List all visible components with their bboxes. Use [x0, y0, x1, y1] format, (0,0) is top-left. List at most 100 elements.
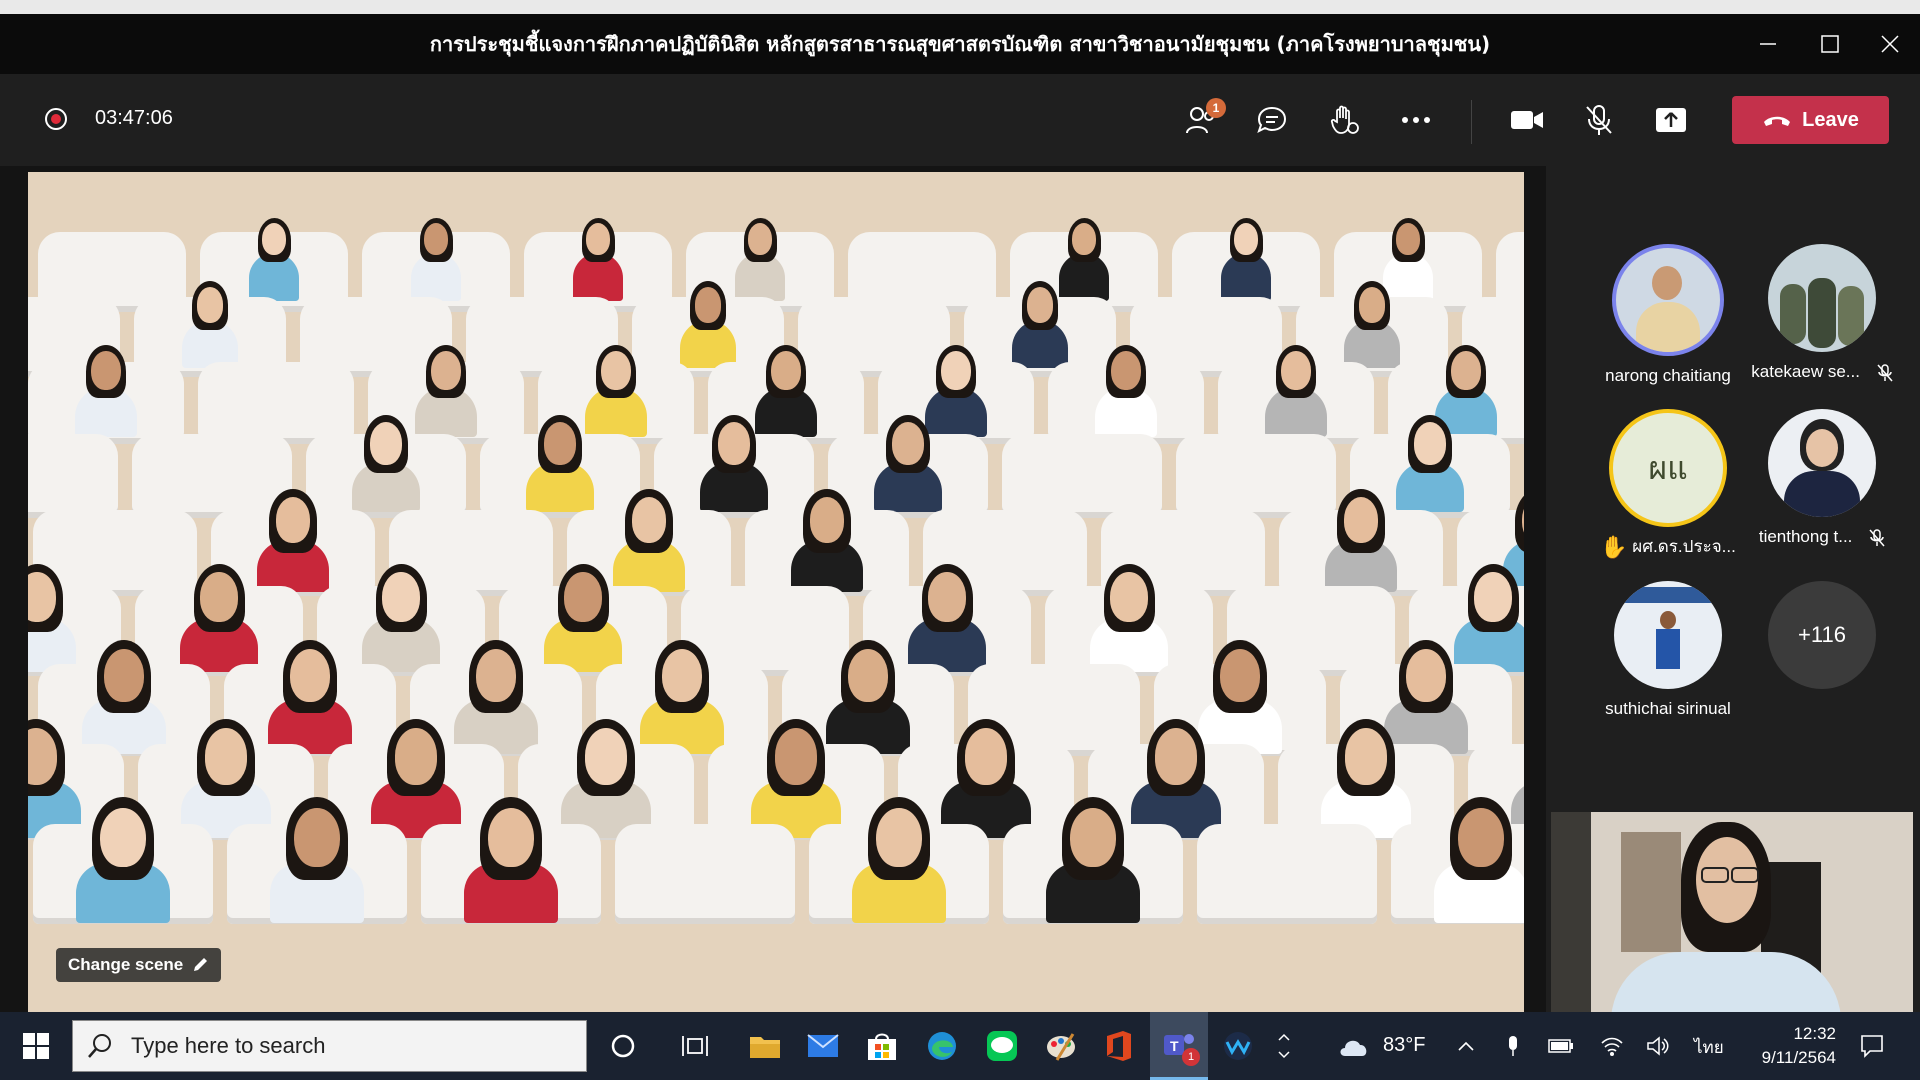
auditorium-seat [198, 362, 354, 444]
line-app-icon [987, 1031, 1017, 1061]
show-hidden-icons-button[interactable] [1452, 1012, 1480, 1080]
together-mode-auditorium: Change scene [28, 172, 1524, 1012]
office-button[interactable] [1099, 1012, 1139, 1080]
share-tray-icon [1656, 108, 1686, 132]
overflow-avatar: +116 [1768, 581, 1876, 689]
raise-hand-icon [1330, 105, 1359, 134]
speaker-icon [1647, 1036, 1669, 1056]
notification-center-button[interactable] [1852, 1012, 1892, 1080]
weather-widget[interactable] [1336, 1012, 1372, 1080]
clock-time: 12:32 [1793, 1024, 1836, 1043]
background-window-strip [0, 0, 1920, 14]
clock-button[interactable]: 12:32 9/11/2564 [1740, 1012, 1836, 1080]
line-app-button[interactable] [982, 1012, 1022, 1080]
change-scene-button[interactable]: Change scene [56, 948, 222, 982]
avatar: ผแ [1609, 409, 1727, 527]
store-button[interactable] [862, 1012, 902, 1080]
microphone-icon [1509, 1036, 1517, 1056]
more-participants-button[interactable]: +116 [1742, 581, 1902, 689]
mic-off-icon [1586, 105, 1612, 135]
cloud-icon [1340, 1040, 1367, 1056]
webex-button[interactable] [1218, 1012, 1258, 1080]
notification-icon [1861, 1035, 1883, 1058]
windows-logo-icon [23, 1033, 49, 1059]
participant-tile-4[interactable]: tienthong t... [1742, 409, 1902, 547]
auditorium-seat [1176, 434, 1336, 518]
paint-button[interactable] [1041, 1012, 1081, 1080]
meeting-timer: 03:47:06 [95, 107, 173, 129]
participants-badge: 1 [1206, 98, 1226, 118]
mic-off-icon [1869, 528, 1885, 547]
cortana-circle-icon [611, 1034, 635, 1058]
chevron-down-icon [1278, 1051, 1290, 1059]
auditorium-seat [1002, 434, 1162, 518]
minimize-icon [1760, 43, 1776, 45]
more-icon [1402, 117, 1430, 123]
network-button[interactable] [1597, 1012, 1627, 1080]
more-actions-button[interactable] [1392, 96, 1440, 144]
volume-button[interactable] [1643, 1012, 1673, 1080]
chevron-up-icon [1278, 1033, 1290, 1041]
teams-badge: 1 [1182, 1048, 1200, 1066]
participant-name: tienthong t... [1742, 527, 1902, 547]
leave-button[interactable]: Leave [1732, 96, 1889, 144]
battery-button[interactable] [1546, 1012, 1576, 1080]
clock-date: 9/11/2564 [1761, 1048, 1836, 1067]
video-camera-icon [1511, 111, 1543, 129]
participant-name: katekaew se... [1742, 362, 1902, 382]
microphone-button[interactable] [1575, 96, 1623, 144]
avatar [1612, 244, 1724, 356]
teams-button[interactable]: T 1 [1150, 1012, 1208, 1080]
edge-button[interactable] [922, 1012, 962, 1080]
reactions-button[interactable] [1320, 96, 1368, 144]
change-scene-label: Change scene [68, 955, 184, 974]
participants-button[interactable]: 1 [1178, 96, 1226, 144]
battery-icon [1548, 1039, 1573, 1053]
avatar-initials: ผแ [1648, 448, 1688, 487]
search-placeholder: Type here to search [131, 1033, 326, 1058]
file-explorer-button[interactable] [745, 1012, 785, 1080]
hang-up-icon [1764, 116, 1791, 126]
edge-browser-icon [928, 1032, 956, 1060]
minimize-button[interactable] [1738, 14, 1798, 74]
meeting-title-bar: การประชุมชี้แจงการฝึกภาคปฏิบัตินิสิต หลั… [0, 14, 1920, 74]
taskbar-scroll[interactable] [1272, 1012, 1296, 1080]
search-icon [88, 1034, 111, 1058]
taskbar-search-box[interactable]: Type here to search [72, 1020, 587, 1072]
mail-button[interactable] [803, 1012, 843, 1080]
participant-tile-1[interactable]: narong chaitiang [1588, 244, 1748, 386]
microphone-tray-icon-button[interactable] [1501, 1012, 1525, 1080]
meeting-title: การประชุมชี้แจงการฝึกภาคปฏิบัตินิสิต หลั… [429, 32, 1491, 56]
task-view-icon [682, 1036, 708, 1056]
raised-hand-icon: ✋ [1600, 534, 1628, 560]
participant-name: suthichai sirinual [1605, 699, 1731, 718]
avatar [1768, 244, 1876, 352]
close-window-button[interactable] [1860, 14, 1920, 74]
maximize-button[interactable] [1800, 14, 1860, 74]
participant-tile-2[interactable]: katekaew se... [1742, 244, 1902, 382]
start-button[interactable] [14, 1012, 58, 1080]
avatar [1614, 581, 1722, 689]
mic-off-icon [1877, 363, 1893, 382]
webex-icon [1224, 1032, 1252, 1060]
self-video-preview [1551, 812, 1913, 1012]
overflow-count: +116 [1798, 622, 1846, 647]
task-view-button[interactable] [675, 1012, 715, 1080]
windows-taskbar: Type here to search T 1 83°F ไทย 12:32 9… [0, 1012, 1920, 1080]
auditorium-seat [1197, 824, 1377, 924]
input-language-indicator[interactable]: ไทย [1694, 1034, 1724, 1061]
cortana-button[interactable] [603, 1012, 643, 1080]
toolbar-separator [1471, 100, 1472, 144]
weather-temperature: 83°F [1383, 1034, 1426, 1056]
chat-button[interactable] [1248, 96, 1296, 144]
camera-button[interactable] [1503, 96, 1551, 144]
maximize-icon [1821, 35, 1839, 53]
participant-tile-3[interactable]: ผแ ✋ ผศ.ดร.ประจ... [1588, 409, 1748, 561]
auditorium-seat [132, 434, 292, 518]
leave-label: Leave [1802, 108, 1859, 131]
participant-tile-5[interactable]: suthichai sirinual [1588, 581, 1748, 719]
participant-name: narong chaitiang [1605, 366, 1731, 385]
share-screen-button[interactable] [1647, 96, 1695, 144]
mail-icon [807, 1034, 839, 1057]
auditorium-seat [28, 434, 118, 518]
